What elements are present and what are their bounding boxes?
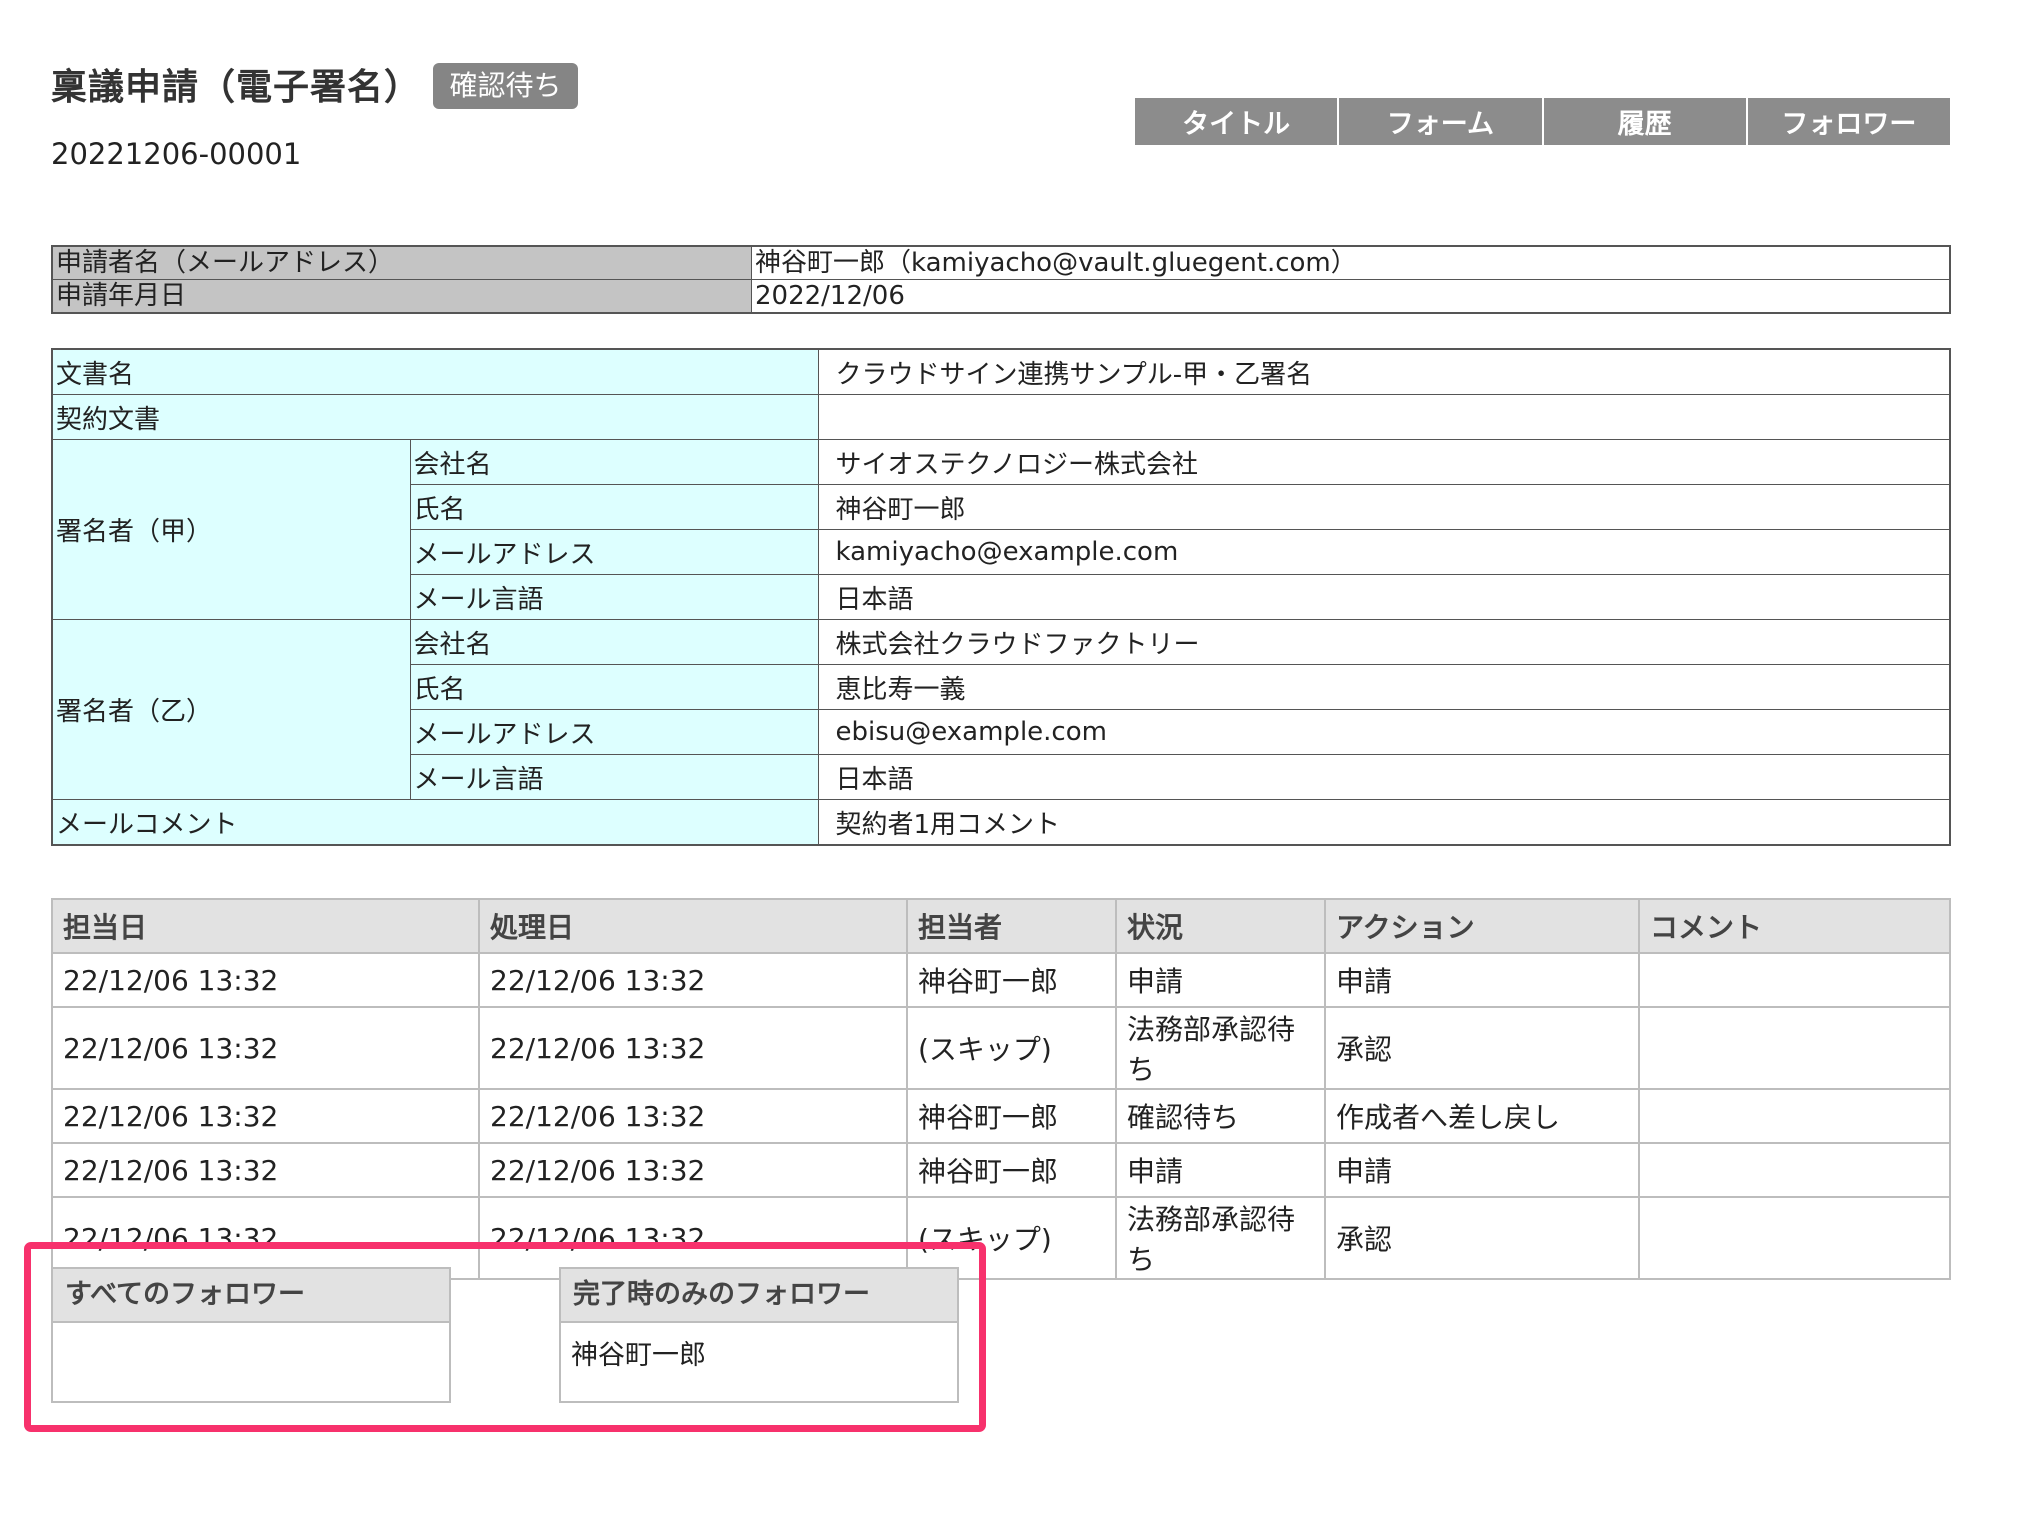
signer-b-company-value: 株式会社クラウドファクトリー xyxy=(817,619,1951,665)
signer-a-company-value: サイオステクノロジー株式会社 xyxy=(817,439,1951,485)
doc-name-label: 文書名 xyxy=(51,348,819,395)
table-row: メールコメント 契約者1用コメント xyxy=(51,799,1951,846)
cell-status: 法務部承認待ち xyxy=(1115,1006,1326,1090)
table-row: 22/12/06 13:32 22/12/06 13:32 神谷町一郎 申請 申… xyxy=(51,952,1951,1008)
all-followers-header: すべてのフォロワー xyxy=(53,1269,449,1323)
cell-assignee: 神谷町一郎 xyxy=(906,1142,1117,1198)
application-date-label: 申請年月日 xyxy=(51,279,752,314)
cell-status: 申請 xyxy=(1115,952,1326,1008)
cell-assigned-date: 22/12/06 13:32 xyxy=(51,1142,480,1198)
signer-a-email-label: メールアドレス xyxy=(409,529,819,575)
cell-action: 申請 xyxy=(1324,1142,1640,1198)
cell-assigned-date: 22/12/06 13:32 xyxy=(51,1088,480,1144)
applicant-name-value: 神谷町一郎（kamiyacho@vault.gluegent.com） xyxy=(751,245,1951,280)
table-row: 署名者（乙） 会社名 株式会社クラウドファクトリー xyxy=(51,619,1951,800)
cell-action: 承認 xyxy=(1324,1006,1640,1090)
cell-action: 申請 xyxy=(1324,952,1640,1008)
signer-b-email-label: メールアドレス xyxy=(409,709,819,755)
signer-b-name-value: 恵比寿一義 xyxy=(817,664,1951,710)
mail-comment-label: メールコメント xyxy=(51,799,819,846)
table-row: 申請年月日 2022/12/06 xyxy=(51,279,1951,314)
table-row: 署名者（甲） 会社名 サイオステクノロジー株式会社 xyxy=(51,439,1951,620)
cell-status: 確認待ち xyxy=(1115,1088,1326,1144)
all-followers-value xyxy=(53,1323,449,1343)
contract-doc-label: 契約文書 xyxy=(51,394,819,440)
cell-comment xyxy=(1638,1006,1951,1090)
signer-b-label: 署名者（乙） xyxy=(51,619,411,800)
cell-status: 法務部承認待ち xyxy=(1115,1196,1326,1280)
cell-assignee: 神谷町一郎 xyxy=(906,952,1117,1008)
signer-a-lang-value: 日本語 xyxy=(817,574,1951,620)
signer-b-lang-value: 日本語 xyxy=(817,754,1951,800)
completion-followers-value: 神谷町一郎 xyxy=(571,1340,706,1371)
table-row: 申請者名（メールアドレス） 神谷町一郎（kamiyacho@vault.glue… xyxy=(51,245,1951,280)
signer-a-company-label: 会社名 xyxy=(409,439,819,485)
table-row: 文書名 クラウドサイン連携サンプル-甲・乙署名 xyxy=(51,348,1951,395)
col-header-action: アクション xyxy=(1324,898,1640,954)
tab-followers[interactable]: フォロワー xyxy=(1747,98,1950,145)
table-row: 22/12/06 13:32 22/12/06 13:32 神谷町一郎 申請 申… xyxy=(51,1142,1951,1198)
cell-comment xyxy=(1638,1142,1951,1198)
table-row: 22/12/06 13:32 22/12/06 13:32 (スキップ) 法務部… xyxy=(51,1006,1951,1090)
application-date-value: 2022/12/06 xyxy=(751,279,1951,314)
signer-b-name-label: 氏名 xyxy=(409,664,819,710)
tab-history[interactable]: 履歴 xyxy=(1543,98,1748,145)
cell-assignee: (スキップ) xyxy=(906,1006,1117,1090)
cell-action: 作成者へ差し戻し xyxy=(1324,1088,1640,1144)
signer-a-label: 署名者（甲） xyxy=(51,439,411,620)
cell-action: 承認 xyxy=(1324,1196,1640,1280)
signer-a-name-label: 氏名 xyxy=(409,484,819,530)
history-table: 担当日 処理日 担当者 状況 アクション コメント 22/12/06 13:32… xyxy=(51,898,1951,1280)
completion-followers-box: 完了時のみのフォロワー 神谷町一郎 xyxy=(559,1267,959,1403)
form-table: 文書名 クラウドサイン連携サンプル-甲・乙署名 契約文書 署名者（甲） 会社名 … xyxy=(51,348,1951,846)
col-header-processed-date: 処理日 xyxy=(478,898,908,954)
status-badge: 確認待ち xyxy=(433,63,578,109)
table-row: 契約文書 xyxy=(51,394,1951,440)
signer-a-lang-label: メール言語 xyxy=(409,574,819,620)
applicant-info-table: 申請者名（メールアドレス） 神谷町一郎（kamiyacho@vault.glue… xyxy=(51,245,1951,314)
mail-comment-value: 契約者1用コメント xyxy=(817,799,1951,846)
tab-bar: タイトル フォーム 履歴 フォロワー xyxy=(1135,98,1950,145)
table-header-row: 担当日 処理日 担当者 状況 アクション コメント xyxy=(51,898,1951,954)
col-header-assigned-date: 担当日 xyxy=(51,898,480,954)
page-title: 稟議申請（電子署名） xyxy=(51,67,422,108)
tab-title[interactable]: タイトル xyxy=(1135,98,1340,145)
col-header-status: 状況 xyxy=(1115,898,1326,954)
cell-comment xyxy=(1638,952,1951,1008)
col-header-assignee: 担当者 xyxy=(906,898,1117,954)
applicant-name-label: 申請者名（メールアドレス） xyxy=(51,245,752,280)
tab-form[interactable]: フォーム xyxy=(1339,98,1544,145)
signer-a-name-value: 神谷町一郎 xyxy=(817,484,1951,530)
cell-status: 申請 xyxy=(1115,1142,1326,1198)
signer-b-lang-label: メール言語 xyxy=(409,754,819,800)
cell-assigned-date: 22/12/06 13:32 xyxy=(51,1006,480,1090)
table-row: 22/12/06 13:32 22/12/06 13:32 神谷町一郎 確認待ち… xyxy=(51,1088,1951,1144)
signer-b-email-value: ebisu@example.com xyxy=(817,709,1951,755)
cell-comment xyxy=(1638,1088,1951,1144)
cell-processed-date: 22/12/06 13:32 xyxy=(478,1142,908,1198)
cell-processed-date: 22/12/06 13:32 xyxy=(478,952,908,1008)
cell-processed-date: 22/12/06 13:32 xyxy=(478,1006,908,1090)
cell-processed-date: 22/12/06 13:32 xyxy=(478,1088,908,1144)
col-header-comment: コメント xyxy=(1638,898,1951,954)
cell-assigned-date: 22/12/06 13:32 xyxy=(51,952,480,1008)
signer-a-email-value: kamiyacho@example.com xyxy=(817,529,1951,575)
contract-doc-value[interactable] xyxy=(817,394,1951,440)
cell-assignee: 神谷町一郎 xyxy=(906,1088,1117,1144)
signer-b-company-label: 会社名 xyxy=(409,619,819,665)
completion-followers-header: 完了時のみのフォロワー xyxy=(561,1269,957,1323)
doc-name-value: クラウドサイン連携サンプル-甲・乙署名 xyxy=(817,348,1951,395)
all-followers-box: すべてのフォロワー xyxy=(51,1267,451,1403)
document-number: 20221206-00001 xyxy=(51,137,302,171)
cell-comment xyxy=(1638,1196,1951,1280)
